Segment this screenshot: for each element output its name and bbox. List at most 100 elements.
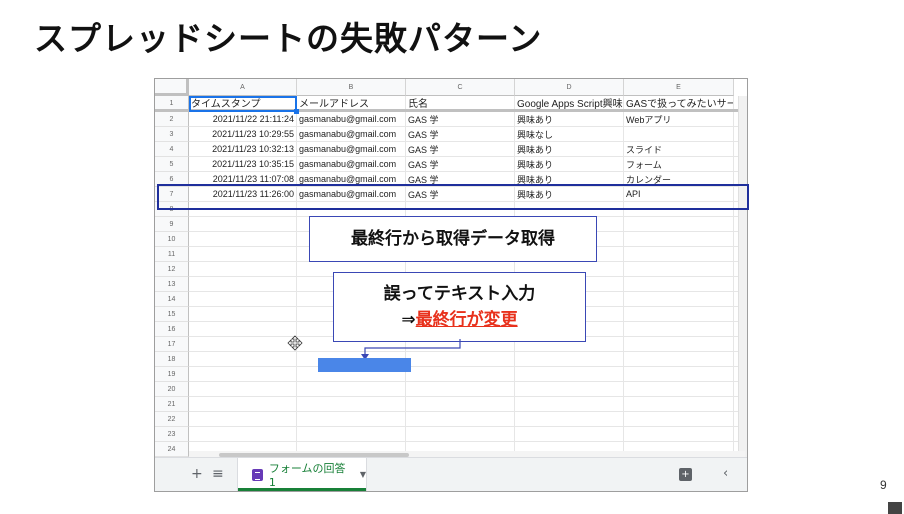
menu-icon[interactable]: ≡	[212, 466, 224, 482]
table-cell[interactable]	[189, 307, 297, 321]
table-cell[interactable]	[515, 427, 624, 441]
row-header-16[interactable]: 16	[155, 322, 189, 337]
table-cell[interactable]	[189, 352, 297, 366]
table-cell[interactable]	[189, 217, 297, 231]
table-cell[interactable]: スライド	[624, 142, 734, 156]
table-cell[interactable]	[406, 427, 515, 441]
table-cell[interactable]	[624, 427, 734, 441]
table-cell[interactable]: gasmanabu@gmail.com	[297, 142, 406, 156]
table-cell[interactable]	[624, 217, 734, 231]
row-header-9[interactable]: 9	[155, 217, 189, 232]
row-header-4[interactable]: 4	[155, 142, 189, 157]
table-cell[interactable]: フォーム	[624, 157, 734, 171]
header-cell[interactable]: GASで扱ってみたいサー	[624, 96, 734, 109]
row-header-20[interactable]: 20	[155, 382, 189, 397]
row-header-24[interactable]: 24	[155, 442, 189, 457]
row-header-19[interactable]: 19	[155, 367, 189, 382]
row-header-22[interactable]: 22	[155, 412, 189, 427]
table-cell[interactable]	[624, 397, 734, 411]
row-header-11[interactable]: 11	[155, 247, 189, 262]
table-cell[interactable]: gasmanabu@gmail.com	[297, 112, 406, 126]
row-header-2[interactable]: 2	[155, 112, 189, 127]
table-cell[interactable]	[515, 382, 624, 396]
table-cell[interactable]	[624, 412, 734, 426]
row-header-15[interactable]: 15	[155, 307, 189, 322]
table-cell[interactable]	[189, 412, 297, 426]
row-header-23[interactable]: 23	[155, 427, 189, 442]
table-cell[interactable]: 2021/11/23 10:35:15	[189, 157, 297, 171]
header-cell[interactable]: Google Apps Script興味が	[515, 96, 624, 109]
column-header-b[interactable]: B	[297, 79, 406, 96]
row-header-12[interactable]: 12	[155, 262, 189, 277]
table-cell[interactable]: 2021/11/23 10:32:13	[189, 142, 297, 156]
table-cell[interactable]: 興味あり	[515, 157, 624, 171]
row-header-5[interactable]: 5	[155, 157, 189, 172]
table-cell[interactable]	[515, 352, 624, 366]
table-cell[interactable]: 興味あり	[515, 112, 624, 126]
row-header-13[interactable]: 13	[155, 277, 189, 292]
table-cell[interactable]	[624, 382, 734, 396]
table-cell[interactable]	[624, 277, 734, 291]
row-header-21[interactable]: 21	[155, 397, 189, 412]
table-cell[interactable]	[624, 337, 734, 351]
table-cell[interactable]	[624, 352, 734, 366]
table-cell[interactable]: 2021/11/23 10:29:55	[189, 127, 297, 141]
table-cell[interactable]	[297, 382, 406, 396]
table-cell[interactable]: 興味あり	[515, 142, 624, 156]
table-cell[interactable]	[624, 232, 734, 246]
select-all-corner[interactable]	[155, 79, 189, 96]
table-cell[interactable]	[297, 427, 406, 441]
row-header-10[interactable]: 10	[155, 232, 189, 247]
table-cell[interactable]	[189, 382, 297, 396]
table-cell[interactable]	[189, 367, 297, 381]
table-cell[interactable]: GAS 学	[406, 127, 515, 141]
table-cell[interactable]: GAS 学	[406, 142, 515, 156]
column-header-e[interactable]: E	[624, 79, 734, 96]
table-cell[interactable]	[189, 397, 297, 411]
chevron-left-icon[interactable]: ‹	[723, 466, 728, 481]
table-cell[interactable]	[189, 277, 297, 291]
row-header-3[interactable]: 3	[155, 127, 189, 142]
table-cell[interactable]	[297, 397, 406, 411]
table-cell[interactable]	[189, 292, 297, 306]
table-cell[interactable]	[515, 412, 624, 426]
table-cell[interactable]	[406, 382, 515, 396]
plus-icon[interactable]: +	[191, 466, 203, 482]
table-cell[interactable]: 興味なし	[515, 127, 624, 141]
column-header-d[interactable]: D	[515, 79, 624, 96]
header-cell[interactable]: 氏名	[406, 96, 515, 109]
header-cell[interactable]: メールアドレス	[297, 96, 406, 109]
table-cell[interactable]	[515, 367, 624, 381]
table-cell[interactable]	[406, 412, 515, 426]
table-cell[interactable]	[189, 262, 297, 276]
table-cell[interactable]	[624, 127, 734, 141]
table-cell[interactable]: gasmanabu@gmail.com	[297, 127, 406, 141]
table-cell[interactable]	[406, 367, 515, 381]
table-cell[interactable]	[406, 397, 515, 411]
vertical-scrollbar[interactable]	[738, 96, 747, 457]
column-header-a[interactable]: A	[189, 79, 297, 96]
table-cell[interactable]	[624, 367, 734, 381]
table-cell[interactable]	[515, 397, 624, 411]
explore-icon[interactable]: +	[679, 468, 692, 481]
column-header-c[interactable]: C	[406, 79, 515, 96]
table-cell[interactable]	[189, 322, 297, 336]
table-cell[interactable]	[189, 247, 297, 261]
sheet-tab-form-responses[interactable]: フォームの回答 1 ▼	[237, 458, 367, 491]
table-cell[interactable]	[624, 307, 734, 321]
table-cell[interactable]	[624, 247, 734, 261]
table-cell[interactable]	[624, 322, 734, 336]
row-header-17[interactable]: 17	[155, 337, 189, 352]
table-cell[interactable]	[624, 262, 734, 276]
table-cell[interactable]: GAS 学	[406, 157, 515, 171]
table-cell[interactable]: GAS 学	[406, 112, 515, 126]
table-cell[interactable]: 2021/11/22 21:11:24	[189, 112, 297, 126]
table-cell[interactable]	[189, 427, 297, 441]
table-cell[interactable]	[624, 292, 734, 306]
table-cell[interactable]: Webアプリ	[624, 112, 734, 126]
fill-handle[interactable]	[294, 109, 299, 114]
row-header-14[interactable]: 14	[155, 292, 189, 307]
caret-down-icon[interactable]: ▼	[360, 470, 366, 479]
row-header-18[interactable]: 18	[155, 352, 189, 367]
table-cell[interactable]	[189, 232, 297, 246]
